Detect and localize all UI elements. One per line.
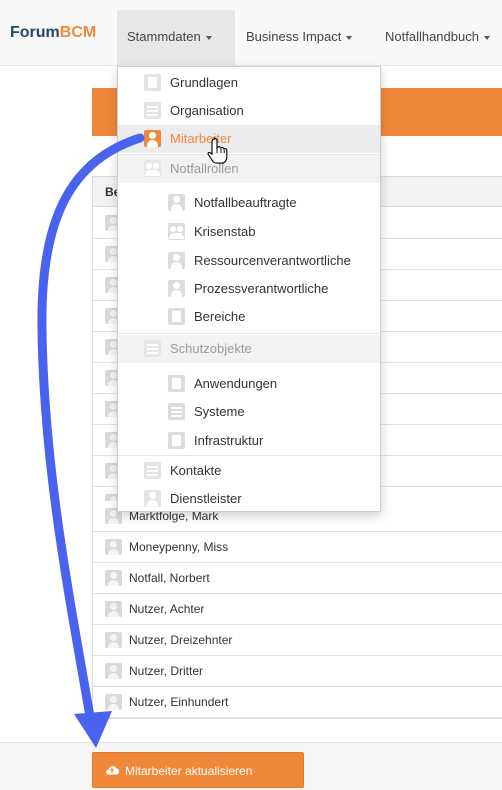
caret-down-icon (483, 35, 490, 40)
menu-item-label: Bereiche (194, 309, 246, 324)
building-icon (168, 432, 185, 449)
menu-item-label: Mitarbeiter (170, 131, 232, 146)
menu-item-notfallbeauftragte[interactable]: Notfallbeauftragte (118, 189, 380, 217)
person-icon (105, 632, 122, 648)
row-name: Nutzer, Einhundert (129, 695, 229, 709)
group-icon (168, 223, 185, 240)
menu-item-label: Prozessverantwortliche (194, 281, 329, 296)
building-icon (168, 308, 185, 325)
brand-accent-text: BCM (59, 24, 97, 41)
row-name: Moneypenny, Miss (129, 540, 229, 554)
menu-item-label: Notfallbeauftragte (194, 195, 297, 210)
person-icon (105, 663, 122, 679)
menu-item-anwendungen[interactable]: Anwendungen (118, 370, 380, 398)
menu-item-ressourcenverantwortliche[interactable]: Ressourcenverantwortliche (118, 247, 380, 275)
update-employees-button[interactable]: Mitarbeiter aktualisieren (92, 752, 304, 788)
menu-item-prozessverantwortliche[interactable]: Prozessverantwortliche (118, 275, 380, 303)
brand-logo[interactable]: ForumBCM (10, 24, 96, 42)
menu-item-label: Notfallrollen (170, 161, 239, 176)
list-icon (144, 102, 161, 119)
row-name: Notfall, Norbert (129, 571, 210, 585)
menu-item-label: Ressourcenverantwortliche (194, 253, 351, 268)
person-icon (105, 694, 122, 710)
update-employees-label: Mitarbeiter aktualisieren (125, 764, 253, 778)
menu-item-bereiche[interactable]: Bereiche (118, 303, 380, 331)
cloud-upload-icon (106, 766, 119, 775)
menu-header-notfallrollen: Notfallrollen (118, 155, 380, 183)
contact-card-icon (144, 462, 161, 479)
menu-item-mitarbeiter[interactable]: Mitarbeiter (118, 125, 380, 153)
table-row[interactable]: Moneypenny, Miss (93, 532, 502, 563)
menu-item-kontakte[interactable]: Kontakte (118, 457, 380, 485)
menu-item-label: Schutzobjekte (170, 341, 252, 356)
menu-item-label: Krisenstab (194, 224, 256, 239)
row-name: Nutzer, Dritter (129, 664, 204, 678)
menu-divider (118, 333, 380, 334)
menu-item-label: Anwendungen (194, 376, 278, 391)
document-icon (144, 74, 161, 91)
nav-business-impact-label: Business Impact (246, 29, 342, 44)
top-navbar: ForumBCM Stammdaten Business Impact Notf… (0, 0, 502, 66)
nav-stammdaten[interactable]: Stammdaten (117, 10, 235, 66)
menu-item-label: Dienstleister (170, 491, 242, 506)
menu-item-label: Kontakte (170, 463, 222, 478)
person-icon (105, 601, 122, 617)
group-icon (144, 160, 161, 177)
nav-business-impact[interactable]: Business Impact (238, 10, 353, 66)
menu-divider (118, 455, 380, 456)
menu-item-grundlagen[interactable]: Grundlagen (118, 69, 380, 97)
nav-notfallhandbuch-label: Notfallhandbuch (385, 29, 479, 44)
server-icon (168, 403, 185, 420)
menu-header-schutzobjekte: Schutzobjekte (118, 335, 380, 363)
table-row[interactable]: Nutzer, Achter (93, 594, 502, 625)
table-row[interactable]: Nutzer, Dreizehnter (93, 625, 502, 656)
menu-item-infrastruktur[interactable]: Infrastruktur (118, 427, 380, 455)
nav-notfallhandbuch[interactable]: Notfallhandbuch (376, 10, 490, 66)
table-row[interactable]: Notfall, Norbert (93, 563, 502, 594)
nav-stammdaten-label: Stammdaten (127, 29, 201, 44)
menu-item-label: Organisation (170, 103, 244, 118)
application-icon (168, 375, 185, 392)
menu-item-label: Grundlagen (170, 75, 238, 90)
person-icon (105, 539, 122, 555)
person-icon (105, 570, 122, 586)
person-icon (168, 252, 185, 269)
menu-item-label: Infrastruktur (194, 433, 264, 448)
brand-main-text: Forum (10, 24, 60, 41)
table-row[interactable]: Nutzer, Dritter (93, 656, 502, 687)
provider-icon (144, 490, 161, 507)
table-row[interactable]: Nutzer, Einhundert (93, 687, 502, 718)
person-icon (168, 280, 185, 297)
row-name: Nutzer, Achter (129, 602, 205, 616)
menu-item-label: Systeme (194, 404, 245, 419)
list-icon (144, 340, 161, 357)
row-name: Nutzer, Dreizehnter (129, 633, 233, 647)
stammdaten-dropdown-menu: Grundlagen Organisation Mitarbeiter Notf… (117, 66, 381, 512)
person-icon (144, 130, 161, 147)
person-icon (168, 194, 185, 211)
caret-down-icon (346, 35, 353, 40)
menu-item-systeme[interactable]: Systeme (118, 398, 380, 426)
menu-item-dienstleister[interactable]: Dienstleister (118, 485, 380, 513)
menu-item-krisenstab[interactable]: Krisenstab (118, 218, 380, 246)
menu-item-organisation[interactable]: Organisation (118, 97, 380, 125)
caret-down-icon (205, 35, 212, 40)
